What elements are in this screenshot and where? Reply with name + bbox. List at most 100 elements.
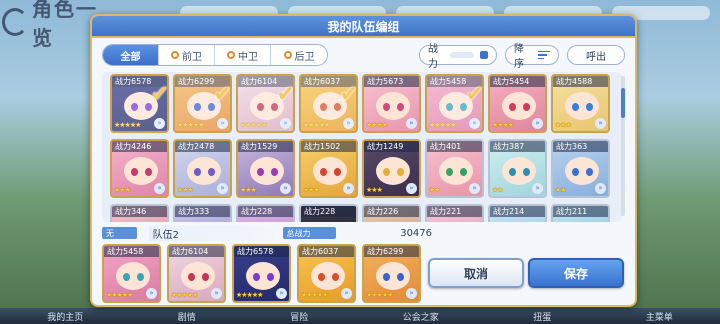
roster-character-card[interactable]: 战力214★★» <box>488 204 547 222</box>
character-power: 战力6037 <box>299 246 354 257</box>
roster-character-card[interactable]: 战力2478 ★★★ » <box>173 139 232 198</box>
nav-home[interactable]: 我的主页 <box>47 310 83 323</box>
character-portrait <box>250 157 284 185</box>
roster-character-card[interactable]: 战力6104 ★★★★★ » ✔ <box>236 74 295 133</box>
character-portrait <box>439 157 473 185</box>
tab-back[interactable]: 后卫 <box>271 45 327 65</box>
character-power: 战力6037 <box>301 76 356 87</box>
nav-guild[interactable]: 公会之家 <box>403 310 439 323</box>
character-power: 战力387 <box>490 141 545 152</box>
character-power: 战力214 <box>490 206 545 217</box>
character-power: 战力5458 <box>427 76 482 87</box>
roster-character-card[interactable]: 战力401 ★★ » <box>425 139 484 198</box>
checkmark-icon: ✔ <box>276 82 295 107</box>
sort-stat-button[interactable]: 战力 <box>419 44 497 70</box>
character-power: 战力6299 <box>364 246 419 257</box>
roster-character-card[interactable]: 战力226★★» <box>362 204 421 222</box>
tab-front[interactable]: 前卫 <box>159 45 215 65</box>
rank-arrow-icon: » <box>343 118 354 129</box>
team-member-slot[interactable]: 战力5458 ★★★★★ » <box>102 244 161 303</box>
character-portrait <box>246 262 280 290</box>
character-power: 战力363 <box>553 141 608 152</box>
character-power: 战力221 <box>427 206 482 217</box>
roster-character-card[interactable]: 战力6578 ★★★★★ » ✔ <box>110 74 169 133</box>
tab-middle[interactable]: 中卫 <box>215 45 271 65</box>
checkmark-icon: ✔ <box>150 82 169 107</box>
roster-character-card[interactable]: 战力387 ★★ » <box>488 139 547 198</box>
rank-arrow-icon: » <box>406 118 417 129</box>
cancel-button[interactable]: 取消 <box>428 258 524 288</box>
character-portrait <box>181 262 215 290</box>
rarity-stars: ★★ <box>492 186 504 194</box>
rank-arrow-icon: » <box>280 183 291 194</box>
roster-character-card[interactable]: 战力4588 ★★★ » <box>551 74 610 133</box>
roster-character-card[interactable]: 战力1502 ★★★ » <box>299 139 358 198</box>
roster-character-card[interactable]: 战力211★★» <box>551 204 610 222</box>
team-member-slot[interactable]: 战力6299 ★★★★★ » <box>362 244 421 303</box>
roster-character-card[interactable]: 战力363 ★★ » <box>551 139 610 198</box>
rank-arrow-icon: » <box>469 183 480 194</box>
position-icon <box>171 51 179 59</box>
sort-order-button[interactable]: 降序 <box>505 44 559 70</box>
rarity-stars: ★★★★★ <box>301 291 328 299</box>
rank-arrow-icon: » <box>146 288 157 299</box>
roster-character-card[interactable]: 战力5454 ★★★★ » <box>488 74 547 133</box>
position-icon <box>283 51 292 59</box>
rank-arrow-icon: » <box>406 183 417 194</box>
character-portrait <box>502 92 536 120</box>
rarity-stars: ★★★★ <box>492 121 514 129</box>
character-portrait <box>376 92 410 120</box>
roster-character-card[interactable]: 战力5458 ★★★★★ » ✔ <box>425 74 484 133</box>
team-member-slot[interactable]: 战力6037 ★★★★★ » <box>297 244 356 303</box>
character-portrait <box>124 157 158 185</box>
team-badge: 无 <box>102 227 137 239</box>
call-out-button[interactable]: 呼出 <box>567 45 625 65</box>
nav-gacha[interactable]: 扭蛋 <box>533 310 551 323</box>
roster-character-card[interactable]: 战力228★★» <box>299 204 358 222</box>
character-portrait <box>313 92 347 120</box>
roster-character-card[interactable]: 战力1529 ★★★ » <box>236 139 295 198</box>
logo-icon <box>2 8 28 36</box>
team-info-bar: 无 队伍2 总战力 30476 <box>102 225 432 241</box>
team-member-slot[interactable]: 战力6578 ★★★★★ » <box>232 244 291 303</box>
checkmark-icon: ✔ <box>339 82 358 107</box>
roster-character-card[interactable]: 战力228★★» <box>236 204 295 222</box>
tab-all[interactable]: 全部 <box>103 45 159 65</box>
bottom-nav: 我的主页 剧情 冒险 公会之家 扭蛋 主菜单 <box>0 308 720 324</box>
roster-character-card[interactable]: 战力6037 ★★★★★ » ✔ <box>299 74 358 133</box>
rank-arrow-icon: » <box>217 118 228 129</box>
nav-menu[interactable]: 主菜单 <box>646 310 673 323</box>
team-member-slot[interactable]: 战力6104 ★★★★★ » <box>167 244 226 303</box>
rarity-stars: ★★★★★ <box>171 291 198 299</box>
rank-arrow-icon: » <box>343 183 354 194</box>
character-portrait <box>439 92 473 120</box>
save-button[interactable]: 保存 <box>528 258 624 288</box>
character-power: 战力4246 <box>112 141 167 152</box>
roster-character-card[interactable]: 战力333★★» <box>173 204 232 222</box>
character-power: 战力226 <box>364 206 419 217</box>
roster-character-card[interactable]: 战力4246 ★★★ » <box>110 139 169 198</box>
character-power: 战力6578 <box>234 246 289 257</box>
character-power: 战力1529 <box>238 141 293 152</box>
rank-arrow-icon: » <box>217 183 228 194</box>
roster-character-card[interactable]: 战力5673 ★★★★ » <box>362 74 421 133</box>
rarity-stars: ★★★ <box>114 186 131 194</box>
rarity-stars: ★★★★★ <box>429 121 456 129</box>
position-tabs: 全部 前卫 中卫 后卫 <box>102 44 328 66</box>
roster-scrollbar[interactable] <box>621 76 625 216</box>
character-power: 战力2478 <box>175 141 230 152</box>
team-name: 队伍2 <box>148 225 283 241</box>
nav-story[interactable]: 剧情 <box>178 310 196 323</box>
rank-arrow-icon: » <box>280 118 291 129</box>
nav-adventure[interactable]: 冒险 <box>290 310 308 323</box>
character-power: 战力1249 <box>364 141 419 152</box>
rarity-stars: ★★★★★ <box>366 291 393 299</box>
rank-arrow-icon: » <box>406 288 417 299</box>
character-portrait <box>187 157 221 185</box>
roster-character-card[interactable]: 战力346★★» <box>110 204 169 222</box>
rarity-stars: ★★★ <box>555 121 572 129</box>
roster-character-card[interactable]: 战力221★★» <box>425 204 484 222</box>
roster-character-card[interactable]: 战力1249 ★★★ » <box>362 139 421 198</box>
character-power: 战力228 <box>301 206 356 217</box>
roster-character-card[interactable]: 战力6299 ★★★★★ » ✔ <box>173 74 232 133</box>
